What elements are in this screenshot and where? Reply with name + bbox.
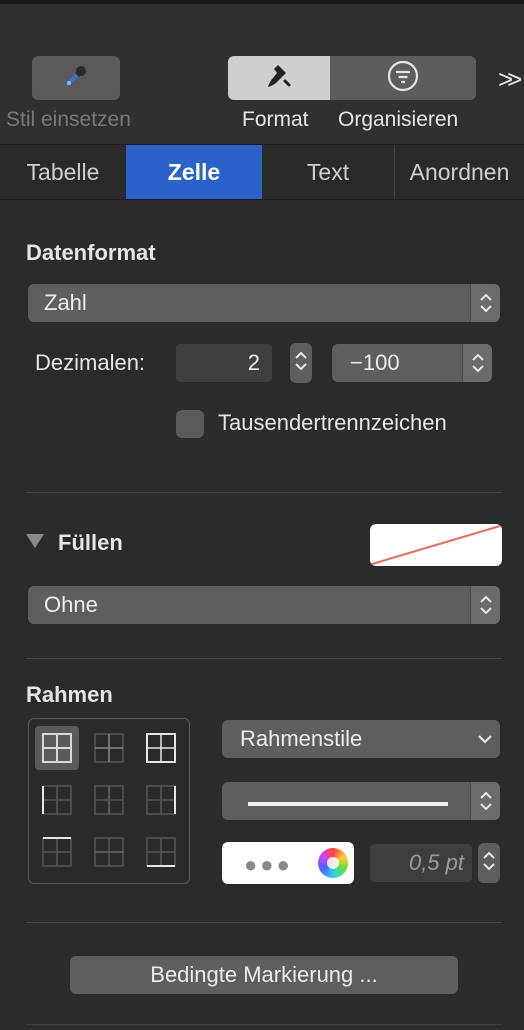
rahmenstile-value: Rahmenstile [240, 726, 363, 751]
organisieren-button[interactable] [330, 56, 476, 100]
inspector-tabs: Tabelle Zelle Text Anordnen [0, 144, 524, 200]
updown-chevron-icon [470, 782, 500, 820]
tab-anordnen[interactable]: Anordnen [394, 145, 524, 199]
organisieren-label: Organisieren [338, 108, 459, 131]
border-width-field[interactable]: 0,5 pt [370, 844, 472, 882]
border-horizontal-icon[interactable] [87, 830, 131, 874]
divider [26, 658, 502, 659]
border-inner-icon[interactable] [87, 726, 131, 770]
fuellen-heading: Füllen [58, 530, 123, 555]
view-segmented-control [228, 56, 476, 100]
rahmenstile-popup[interactable]: Rahmenstile [222, 720, 500, 758]
divider [26, 922, 502, 923]
disclosure-triangle-icon[interactable] [26, 534, 44, 548]
rahmen-heading: Rahmen [26, 682, 113, 707]
paintbrush-icon [264, 61, 294, 96]
stil-einsetzen-button[interactable] [32, 56, 120, 100]
chevron-down-icon [470, 720, 500, 758]
datenformat-heading: Datenformat [26, 240, 156, 265]
format-label: Format [242, 108, 309, 131]
dezimalen-value: 2 [247, 350, 260, 375]
border-width-value: 0,5 pt [408, 850, 464, 875]
updown-chevron-icon [294, 348, 308, 379]
line-style-popup[interactable] [222, 782, 500, 820]
fill-type-popup[interactable]: Ohne [28, 586, 500, 624]
border-all-icon[interactable] [35, 726, 79, 770]
window-edge [0, 0, 524, 4]
datenformat-value: Zahl [44, 290, 87, 315]
border-outer-icon[interactable] [139, 726, 183, 770]
updown-chevron-icon [470, 586, 500, 624]
bedingte-markierung-button[interactable]: Bedingte Markierung ... [70, 956, 458, 994]
format-button[interactable] [228, 56, 330, 100]
datenformat-popup[interactable]: Zahl [28, 284, 500, 322]
tab-text[interactable]: Text [262, 145, 394, 199]
color-wheel-icon[interactable] [318, 848, 348, 878]
border-selector [28, 718, 190, 884]
negative-format-value: −100 [350, 350, 400, 375]
divider [26, 492, 502, 493]
tab-tabelle[interactable]: Tabelle [0, 145, 126, 199]
border-width-stepper[interactable] [478, 843, 500, 883]
updown-chevron-icon [462, 344, 492, 382]
updown-chevron-icon [470, 284, 500, 322]
border-left-icon[interactable] [35, 778, 79, 822]
dezimalen-stepper[interactable] [290, 343, 312, 383]
fill-color-swatch[interactable] [370, 524, 502, 566]
divider [26, 1024, 502, 1025]
fill-type-value: Ohne [44, 592, 98, 617]
dots-icon: ●●● [244, 852, 293, 877]
border-color-well[interactable]: ●●● [222, 842, 354, 884]
tab-zelle[interactable]: Zelle [126, 145, 262, 199]
stil-einsetzen-label: Stil einsetzen [6, 108, 131, 131]
border-right-icon[interactable] [139, 778, 183, 822]
dezimalen-field[interactable]: 2 [176, 344, 272, 382]
eyedropper-icon [61, 61, 91, 96]
border-vertical-icon[interactable] [87, 778, 131, 822]
border-top-icon[interactable] [35, 830, 79, 874]
solid-line-icon [238, 788, 448, 814]
no-fill-icon [370, 525, 502, 566]
dezimalen-label: Dezimalen: [35, 350, 146, 375]
updown-chevron-icon [482, 848, 496, 879]
tausendertrennzeichen-checkbox[interactable] [176, 410, 204, 438]
negative-format-popup[interactable]: −100 [332, 344, 492, 382]
filter-icon [386, 59, 420, 98]
bedingte-markierung-label: Bedingte Markierung ... [150, 962, 378, 987]
border-bottom-icon[interactable] [139, 830, 183, 874]
more-icon[interactable]: >> [498, 64, 523, 95]
tausendertrennzeichen-label: Tausendertrennzeichen [218, 410, 447, 435]
